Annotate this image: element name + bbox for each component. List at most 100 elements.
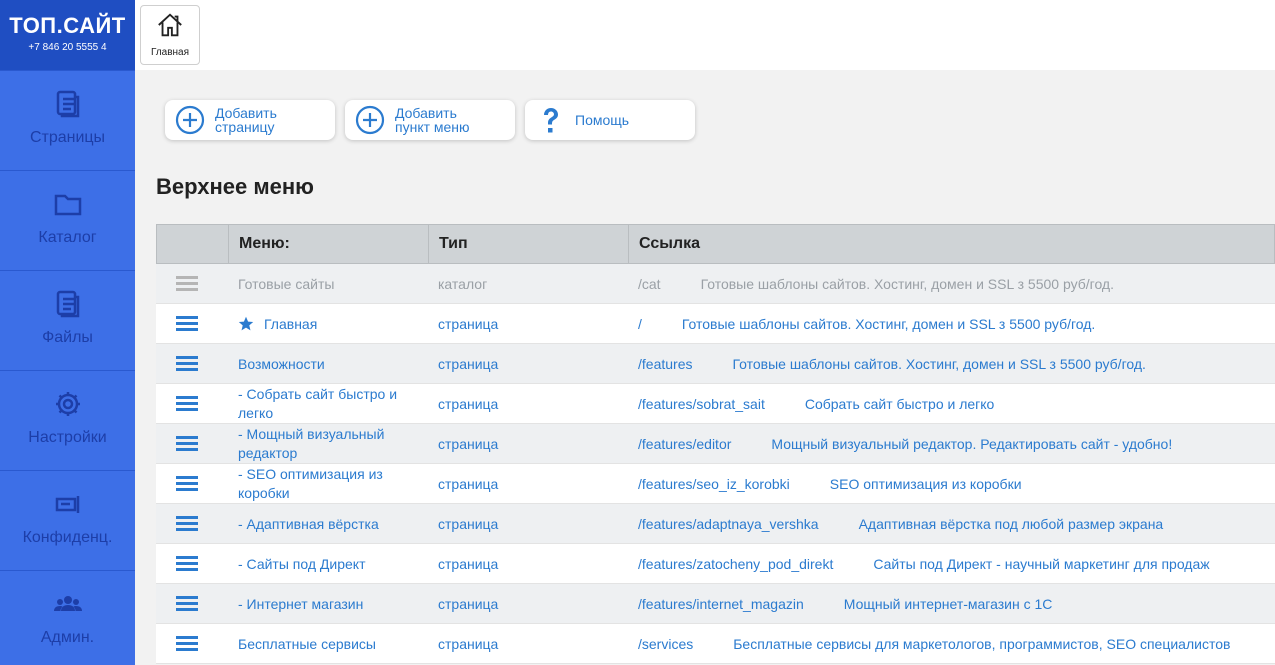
- menu-item-label: Возможности: [238, 355, 325, 372]
- menu-item-type: страница: [438, 396, 499, 412]
- menu-item-link[interactable]: /features Готовые шаблоны сайтов. Хостинг…: [638, 344, 1146, 384]
- drag-handle-icon[interactable]: [176, 396, 198, 412]
- table-row[interactable]: - Собрать сайт быстро и легко страница/fe…: [156, 384, 1275, 424]
- home-button[interactable]: Главная: [140, 5, 200, 65]
- link-description: Готовые шаблоны сайтов. Хостинг, домен и…: [681, 316, 1096, 332]
- link-url[interactable]: /features/zatocheny_pod_direkt: [638, 556, 833, 572]
- menu-item-type: каталог: [438, 276, 488, 292]
- drag-handle-icon[interactable]: [176, 436, 198, 452]
- menu-item-link[interactable]: /services Бесплатные сервисы для маркетол…: [638, 624, 1230, 664]
- menu-item-link[interactable]: /features/zatocheny_pod_direkt Сайты под …: [638, 544, 1210, 584]
- menu-item-name[interactable]: - SEO оптимизация из коробки: [238, 464, 418, 504]
- menu-item-link[interactable]: /features/adaptnaya_vershka Адаптивная вё…: [638, 504, 1163, 544]
- column-header-menu[interactable]: Меню:: [229, 225, 429, 263]
- link-url[interactable]: /cat: [638, 276, 661, 292]
- sidebar-item-label: Каталог: [38, 229, 97, 246]
- link-description: Мощный интернет-магазин с 1С: [843, 596, 1053, 612]
- menu-item-name[interactable]: Готовые сайты: [238, 264, 418, 304]
- sidebar-item-admin[interactable]: Админ.: [0, 570, 135, 665]
- table-row[interactable]: Бесплатные сервисы страница/services Беспл…: [156, 624, 1275, 664]
- table-row[interactable]: Главная страница / Готовые шаблоны сайтов. …: [156, 304, 1275, 344]
- table-row[interactable]: - Адаптивная вёрстка страница/features/ad…: [156, 504, 1275, 544]
- menu-item-type: страница: [438, 516, 499, 532]
- users-icon: [0, 589, 135, 619]
- table-row[interactable]: - SEO оптимизация из коробки страница/fea…: [156, 464, 1275, 504]
- pages-icon: [0, 89, 135, 119]
- link-url[interactable]: /features/seo_iz_korobki: [638, 476, 790, 492]
- menu-item-link[interactable]: /cat Готовые шаблоны сайтов. Хостинг, дом…: [638, 264, 1114, 304]
- sidebar-item-settings[interactable]: Настройки: [0, 370, 135, 470]
- add-menu-item-button[interactable]: Добавить пункт меню: [345, 100, 515, 140]
- menu-item-type: страница: [438, 476, 499, 492]
- menu-item-name[interactable]: - Мощный визуальный редактор: [238, 424, 418, 464]
- table-row[interactable]: - Интернет магазин страница/features/inte…: [156, 584, 1275, 624]
- link-description: Готовые шаблоны сайтов. Хостинг, домен и…: [700, 276, 1114, 292]
- column-header-type[interactable]: Тип: [429, 225, 629, 263]
- menu-item-name[interactable]: - Сайты под Директ: [238, 544, 418, 584]
- add-page-label: Добавить страницу: [215, 105, 277, 135]
- home-icon: [141, 11, 199, 39]
- link-url[interactable]: /features: [638, 356, 692, 372]
- menu-item-type: страница: [438, 356, 499, 372]
- link-url[interactable]: /features/sobrat_sait: [638, 396, 765, 412]
- folder-icon: [0, 189, 135, 219]
- column-header-link[interactable]: Ссылка: [629, 225, 1275, 263]
- table-row[interactable]: Готовые сайты каталог/cat Готовые шаблоны …: [156, 264, 1275, 304]
- menu-item-label: Бесплатные сервисы: [238, 635, 376, 652]
- sidebar-item-label: Настройки: [28, 429, 107, 446]
- link-url[interactable]: /services: [638, 636, 693, 652]
- drag-handle-icon[interactable]: [176, 356, 198, 372]
- sidebar-item-pages[interactable]: Страницы: [0, 70, 135, 170]
- menu-item-label: - Адаптивная вёрстка: [238, 515, 379, 532]
- link-description: Собрать сайт быстро и легко: [804, 396, 995, 412]
- link-description: Бесплатные сервисы для маркетологов, про…: [733, 636, 1231, 652]
- link-url[interactable]: /features/editor: [638, 436, 731, 452]
- menu-item-name[interactable]: - Адаптивная вёрстка: [238, 504, 418, 544]
- sidebar-item-files[interactable]: Файлы: [0, 270, 135, 370]
- link-url[interactable]: /: [638, 316, 642, 332]
- sidebar-item-label: Страницы: [29, 129, 106, 146]
- drag-handle-icon[interactable]: [176, 636, 198, 652]
- link-description: SEO оптимизация из коробки: [829, 476, 1022, 492]
- drag-handle-icon[interactable]: [176, 316, 198, 332]
- star-icon: [238, 316, 254, 331]
- table-row[interactable]: - Мощный визуальный редактор страница/fea…: [156, 424, 1275, 464]
- menu-item-name[interactable]: Бесплатные сервисы: [238, 624, 418, 664]
- link-url[interactable]: /features/adaptnaya_vershka: [638, 516, 819, 532]
- link-description: Сайты под Директ - научный маркетинг для…: [873, 556, 1210, 572]
- menu-item-name[interactable]: Главная: [238, 304, 418, 344]
- drag-handle-icon[interactable]: [176, 276, 198, 292]
- drag-column-header: [157, 225, 229, 263]
- drag-handle-icon[interactable]: [176, 516, 198, 532]
- table-row[interactable]: Возможности страница/features Готовые шабл…: [156, 344, 1275, 384]
- drag-handle-icon[interactable]: [176, 556, 198, 572]
- sidebar-item-label: Конфиденц.: [22, 529, 113, 546]
- menu-item-link[interactable]: /features/seo_iz_korobki SEO оптимизация …: [638, 464, 1022, 504]
- sidebar-item-catalog[interactable]: Каталог: [0, 170, 135, 270]
- link-url[interactable]: /features/internet_magazin: [638, 596, 804, 612]
- table-row[interactable]: - Сайты под Директ страница/features/zato…: [156, 544, 1275, 584]
- menu-item-name[interactable]: Возможности: [238, 344, 418, 384]
- sidebar-item-privacy[interactable]: Конфиденц.: [0, 470, 135, 570]
- menu-item-name[interactable]: - Собрать сайт быстро и легко: [238, 384, 418, 424]
- menu-item-type: страница: [438, 316, 499, 332]
- menu-item-link[interactable]: /features/sobrat_sait Собрать сайт быстро…: [638, 384, 994, 424]
- menu-item-label: - SEO оптимизация из коробки: [238, 466, 383, 501]
- menu-table: Меню: Тип Ссылка Готовые сайты каталог/ca…: [156, 224, 1275, 664]
- menu-item-type: страница: [438, 556, 499, 572]
- drag-handle-icon[interactable]: [176, 476, 198, 492]
- menu-item-label: - Интернет магазин: [238, 595, 364, 612]
- link-description: Адаптивная вёрстка под любой размер экра…: [858, 516, 1164, 532]
- sidebar: ТОП.САЙТ +7 846 20 5555 4 Страницы Катал…: [0, 0, 135, 665]
- page-title: Верхнее меню: [156, 174, 314, 199]
- menu-item-type: страница: [438, 596, 499, 612]
- add-menu-item-label: Добавить пункт меню: [395, 105, 470, 135]
- menu-item-link[interactable]: /features/editor Мощный визуальный редакт…: [638, 424, 1172, 464]
- logo[interactable]: ТОП.САЙТ +7 846 20 5555 4: [0, 0, 135, 70]
- add-page-button[interactable]: Добавить страницу: [165, 100, 335, 140]
- menu-item-name[interactable]: - Интернет магазин: [238, 584, 418, 624]
- menu-item-link[interactable]: /features/internet_magazin Мощный интерне…: [638, 584, 1052, 624]
- drag-handle-icon[interactable]: [176, 596, 198, 612]
- menu-item-link[interactable]: / Готовые шаблоны сайтов. Хостинг, домен …: [638, 304, 1095, 344]
- help-button[interactable]: Помощь: [525, 100, 695, 140]
